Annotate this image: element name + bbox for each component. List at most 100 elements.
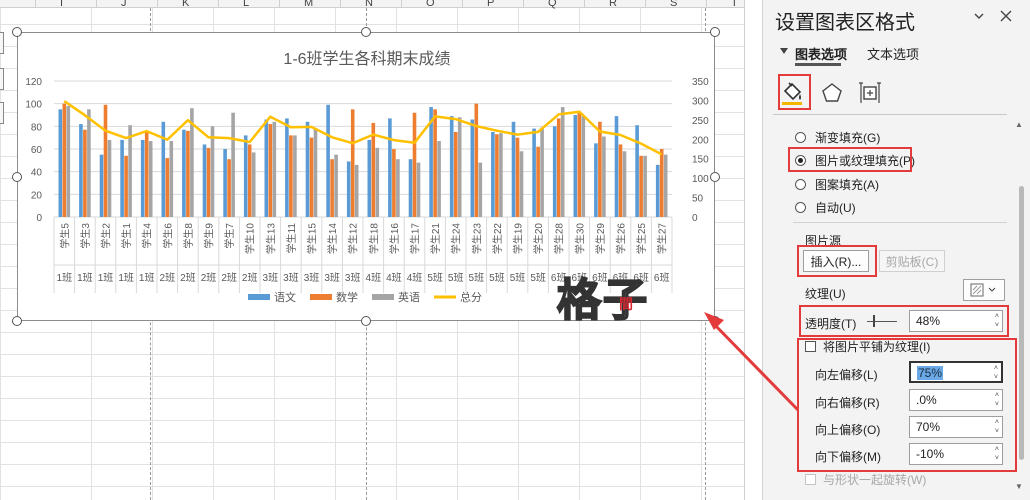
resize-handle-bottom[interactable] [361, 316, 371, 326]
radio-button[interactable] [795, 178, 806, 190]
bar-数学-学生29 [598, 121, 602, 217]
spinner-arrows-icon[interactable]: ˄ ˅ [995, 418, 999, 436]
bar-英语-学生7 [231, 112, 235, 217]
x-axis-class-label: 1班 [77, 272, 93, 284]
bar-英语-学生10 [251, 152, 256, 217]
tab-text-options[interactable]: 文本选项 [867, 44, 919, 63]
bar-英语-学生29 [602, 136, 606, 217]
spinner-arrows-icon[interactable]: ˄ ˅ [995, 312, 999, 330]
tab-chart-options[interactable]: 图表选项 [795, 44, 847, 63]
bar-数学-学生6 [165, 158, 170, 217]
bar-英语-学生4 [148, 141, 153, 217]
texture-picker[interactable] [963, 279, 1005, 301]
chevron-down-icon[interactable] [973, 6, 985, 30]
x-axis-class-label: 5班 [489, 272, 505, 284]
bar-语文-学生2 [99, 154, 104, 217]
y-axis-right-tick-label: 200 [692, 135, 709, 146]
bar-英语-学生22 [499, 133, 503, 217]
resize-handle-right[interactable] [710, 172, 720, 182]
radio-picture-texture-fill[interactable]: 图片或纹理填充(P) [795, 151, 915, 169]
column-divider [96, 0, 97, 8]
resize-handle-top-left[interactable] [12, 27, 22, 37]
radio-label: 渐变填充(G) [815, 130, 881, 145]
chart-title[interactable]: 1-6班学生各科期末成绩 [18, 45, 716, 69]
legend-label-英语: 英语 [398, 290, 420, 304]
x-axis-student-label: 学生21 [429, 223, 442, 255]
column-divider [157, 0, 158, 8]
legend-label-数学: 数学 [336, 290, 358, 304]
bar-英语-学生9 [210, 126, 215, 217]
bar-数学-学生9 [206, 147, 211, 217]
worksheet[interactable]: IJKLMNOPQRST 0 20 40 60 80 100 120 0 50 100 150 200… [0, 0, 762, 500]
x-axis-class-label: 5班 [469, 272, 485, 284]
bar-语文-学生26 [614, 116, 619, 217]
tile-picture-checkbox-row[interactable]: 将图片平铺为纹理(I) [805, 337, 930, 355]
offset-right-input[interactable]: .0% ˄ ˅ [909, 389, 1003, 411]
radio-gradient-fill[interactable]: 渐变填充(G) [795, 128, 880, 146]
x-axis-student-label: 学生13 [264, 223, 277, 255]
bar-英语-学生23 [478, 162, 483, 217]
resize-handle-top-right[interactable] [710, 27, 720, 37]
legend-swatch-语文 [248, 294, 270, 300]
transparency-input[interactable]: 48% ˄ ˅ [909, 310, 1003, 332]
legend-swatch-数学 [310, 294, 332, 300]
bar-数学-学生13 [268, 124, 273, 217]
column-divider [523, 0, 524, 8]
x-axis-student-label: 学生27 [656, 223, 669, 255]
size-properties-icon[interactable] [853, 76, 887, 110]
offset-left-input[interactable]: 75% ˄ ˅ [909, 361, 1003, 383]
transparency-slider-thumb[interactable] [873, 315, 875, 327]
bar-数学-学生22 [495, 134, 499, 217]
rotate-with-shape-row[interactable]: 与形状一起旋转(W) [805, 470, 926, 488]
close-icon[interactable] [999, 6, 1013, 30]
y-axis-right-tick-label: 350 [692, 77, 709, 88]
rotate-with-shape-checkbox[interactable] [805, 473, 816, 485]
radio-pattern-fill[interactable]: 图案填充(A) [795, 175, 879, 193]
effects-pentagon-icon[interactable] [815, 76, 849, 110]
resize-handle-bottom-right[interactable] [710, 316, 720, 326]
bar-数学-学生20 [536, 146, 540, 217]
bar-数学-学生25 [639, 155, 643, 217]
resize-handle-top[interactable] [361, 27, 371, 37]
bar-数学-学生5 [62, 103, 67, 217]
clipboard-button[interactable]: 剪贴板(C) [879, 250, 945, 272]
bar-数学-学生15 [309, 137, 314, 217]
bar-英语-学生17 [416, 162, 421, 217]
legend-label-总分: 总分 [460, 290, 482, 304]
resize-handle-bottom-left[interactable] [12, 316, 22, 326]
bar-语文-学生1 [120, 139, 124, 217]
fill-line-icon[interactable] [775, 76, 809, 110]
radio-button-selected[interactable] [795, 154, 806, 166]
bar-语文-学生17 [408, 159, 413, 217]
offset-top-input[interactable]: 70% ˄ ˅ [909, 416, 1003, 438]
scroll-up-arrow-icon[interactable]: ▲ [1015, 120, 1023, 129]
x-axis-student-label: 学生16 [388, 223, 401, 255]
scroll-down-arrow-icon[interactable]: ▼ [1015, 482, 1023, 491]
pane-scrollbar-thumb[interactable] [1019, 186, 1024, 460]
bar-英语-学生11 [293, 135, 297, 217]
bar-英语-学生21 [437, 141, 441, 217]
transparency-value: 48% [916, 314, 941, 328]
x-axis-class-label: 5班 [510, 272, 526, 284]
x-axis-class-label: 1班 [118, 272, 134, 284]
tile-picture-checkbox[interactable] [805, 340, 816, 352]
bar-数学-学生7 [227, 159, 231, 217]
bar-数学-学生19 [515, 137, 520, 217]
y-axis-right-tick-label: 100 [692, 174, 709, 185]
radio-button[interactable] [795, 131, 806, 143]
offset-bottom-input[interactable]: -10% ˄ ˅ [909, 443, 1003, 465]
x-axis-student-label: 学生11 [285, 223, 298, 254]
radio-button[interactable] [795, 201, 806, 213]
spinner-arrows-icon[interactable]: ˄ ˅ [995, 391, 999, 409]
radio-auto[interactable]: 自动(U) [795, 198, 856, 216]
transparency-slider[interactable] [867, 321, 897, 322]
resize-handle-left[interactable] [12, 172, 22, 182]
column-divider [340, 0, 341, 8]
bar-数学-学生10 [247, 144, 252, 217]
insert-button[interactable]: 插入(R)... [803, 250, 869, 272]
spinner-arrows-icon[interactable]: ˄ ˅ [995, 445, 999, 463]
bar-英语-学生12 [354, 164, 359, 217]
spinner-arrows-icon[interactable]: ˄ ˅ [994, 364, 998, 382]
column-divider [218, 0, 219, 8]
bar-语文-学生30 [573, 115, 578, 217]
